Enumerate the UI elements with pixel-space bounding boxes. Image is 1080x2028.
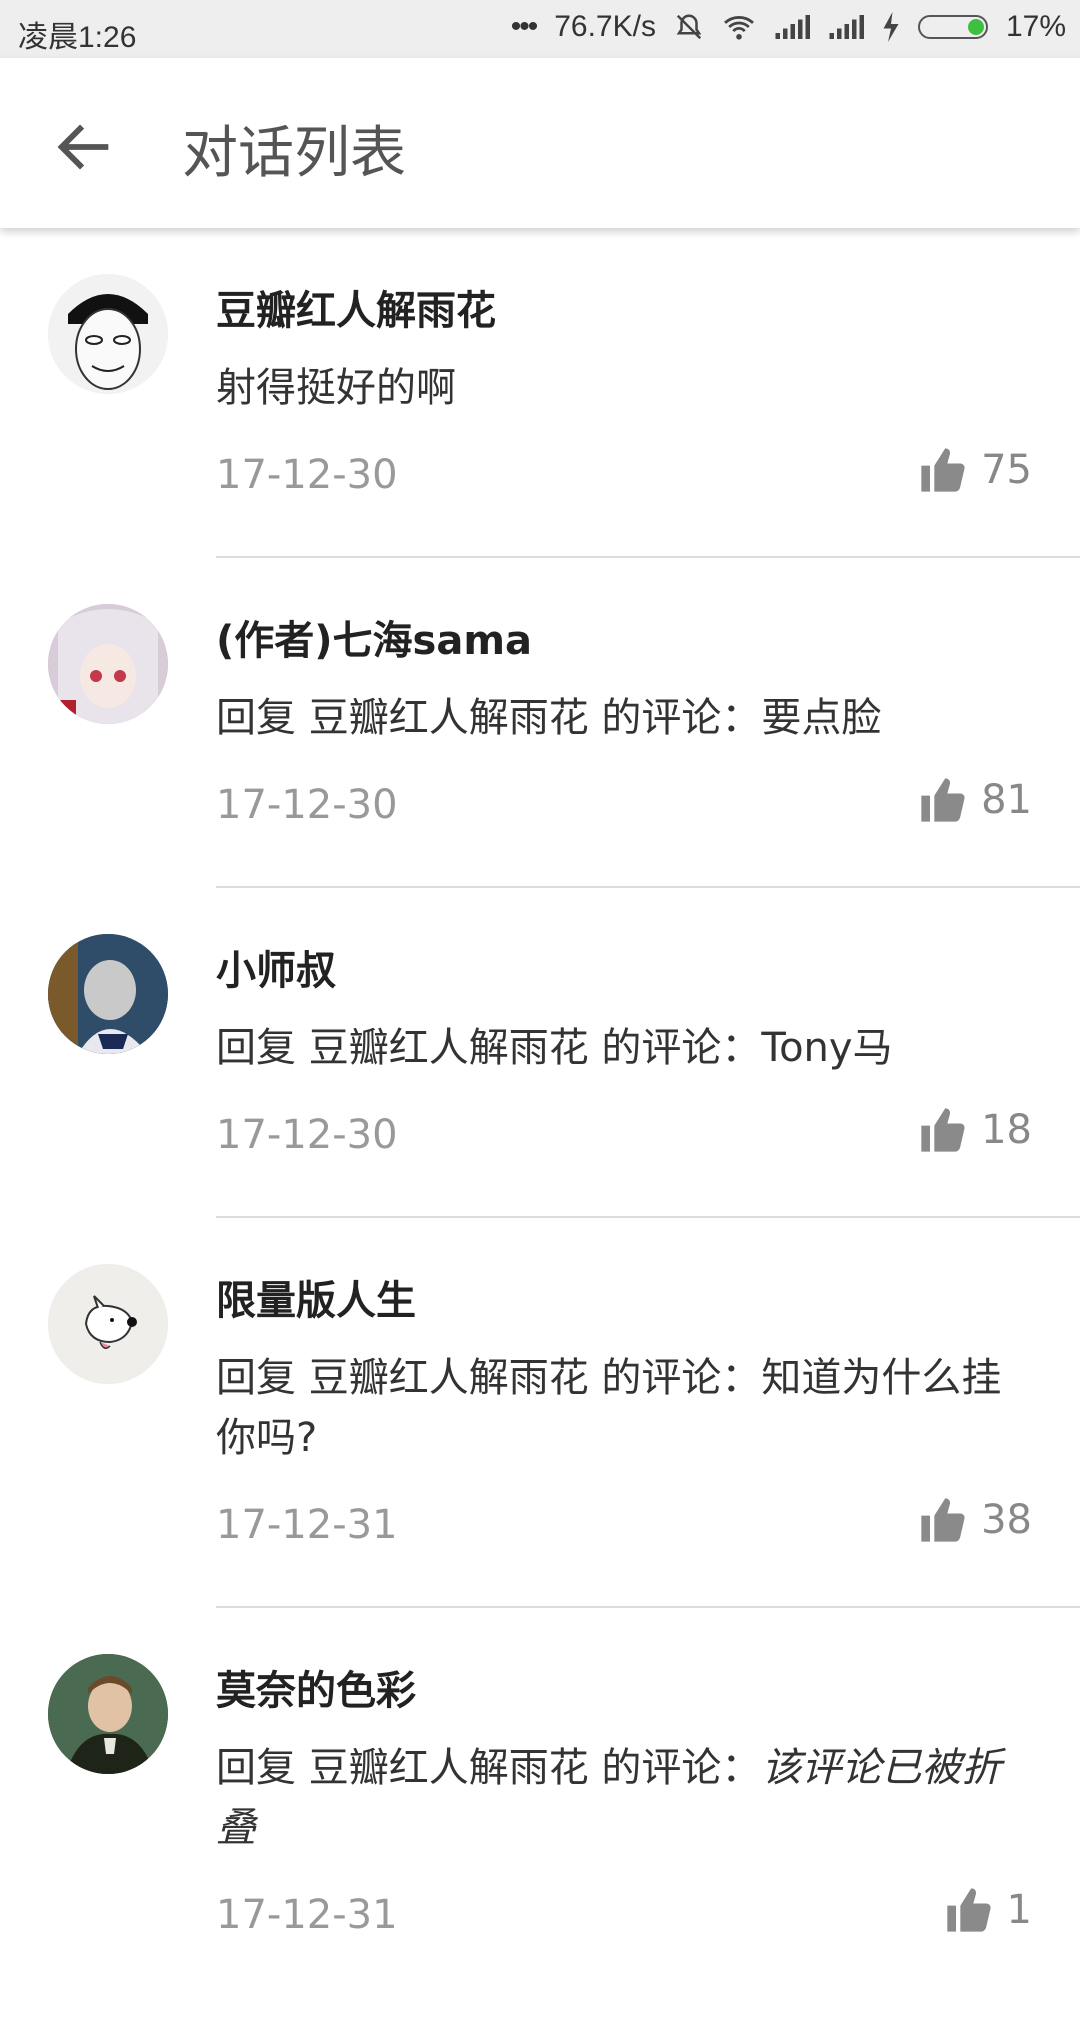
- list-item[interactable]: 豆瓣红人解雨花 射得挺好的啊 17-12-30 75: [0, 228, 1080, 558]
- like-button[interactable]: 18: [917, 1104, 1032, 1156]
- list-item[interactable]: 小师叔 回复 豆瓣红人解雨花 的评论：Tony马 17-12-30 18: [0, 888, 1080, 1218]
- user-name: 莫奈的色彩: [216, 1668, 416, 1714]
- list-item[interactable]: (作者)七海sama 回复 豆瓣红人解雨花 的评论：要点脸 17-12-30 8…: [0, 558, 1080, 888]
- conversation-list: 豆瓣红人解雨花 射得挺好的啊 17-12-30 75 (作者)七海sama 回复…: [0, 228, 1080, 2028]
- list-item[interactable]: 莫奈的色彩 回复 豆瓣红人解雨花 的评论：该评论已被折叠 17-12-31 1: [0, 1608, 1080, 2028]
- status-icons: ••• 76.7K/s 17%: [493, 10, 1066, 44]
- like-button[interactable]: 38: [917, 1494, 1032, 1546]
- comment-text: 射得挺好的啊: [216, 365, 456, 411]
- like-count: 38: [981, 1497, 1032, 1543]
- like-count: 81: [981, 777, 1032, 823]
- user-name: 小师叔: [216, 948, 336, 994]
- avatar[interactable]: [48, 1654, 168, 1774]
- mute-bell-icon: [676, 14, 702, 40]
- thumbs-up-icon: [946, 1888, 991, 1932]
- status-time: 凌晨1:26: [18, 21, 137, 54]
- like-count: 75: [981, 447, 1032, 493]
- like-count: 1: [1006, 1887, 1032, 1933]
- like-count: 18: [981, 1107, 1032, 1153]
- signal-icon: [829, 15, 864, 39]
- user-name: 豆瓣红人解雨花: [216, 288, 496, 334]
- comment-text: 回复 豆瓣红人解雨花 的评论：知道为什么挂你吗?: [216, 1355, 1002, 1461]
- like-button[interactable]: 75: [917, 444, 1032, 496]
- avatar[interactable]: [48, 604, 168, 724]
- user-name: 限量版人生: [216, 1278, 416, 1324]
- app-bar: 对话列表: [0, 58, 1080, 228]
- avatar[interactable]: [48, 934, 168, 1054]
- comment-text: 回复 豆瓣红人解雨花 的评论：Tony马: [216, 1025, 893, 1071]
- avatar[interactable]: [48, 1264, 168, 1384]
- thumbs-up-icon: [921, 778, 965, 822]
- comment-date: 17-12-30: [216, 452, 398, 498]
- comment-text: 回复 豆瓣红人解雨花 的评论：该评论已被折叠: [216, 1745, 1002, 1851]
- charging-icon: [883, 12, 899, 42]
- comment-date: 17-12-30: [216, 782, 398, 828]
- comment-date: 17-12-31: [216, 1502, 398, 1548]
- like-button[interactable]: 81: [917, 774, 1032, 826]
- network-speed: 76.7K/s: [554, 10, 656, 43]
- comment-date: 17-12-30: [216, 1112, 398, 1158]
- like-button[interactable]: 1: [943, 1884, 1032, 1936]
- list-item[interactable]: 限量版人生 回复 豆瓣红人解雨花 的评论：知道为什么挂你吗? 17-12-31 …: [0, 1218, 1080, 1608]
- avatar[interactable]: [48, 274, 168, 394]
- signal-icon: [775, 15, 810, 39]
- battery-percent: 17%: [1005, 10, 1066, 43]
- thumbs-up-icon: [921, 448, 965, 492]
- more-dots-icon: •••: [510, 10, 538, 43]
- user-name: (作者)七海sama: [216, 618, 533, 664]
- battery-icon: [917, 15, 988, 39]
- thumbs-up-icon: [921, 1498, 965, 1542]
- thumbs-up-icon: [921, 1108, 965, 1152]
- comment-date: 17-12-31: [216, 1892, 398, 1938]
- status-bar: 凌晨1:26 ••• 76.7K/s 17%: [0, 0, 1080, 58]
- comment-text: 回复 豆瓣红人解雨花 的评论：要点脸: [216, 695, 882, 741]
- wifi-icon: [724, 16, 754, 40]
- page-title: 对话列表: [182, 121, 406, 186]
- arrow-left-icon[interactable]: [50, 112, 120, 182]
